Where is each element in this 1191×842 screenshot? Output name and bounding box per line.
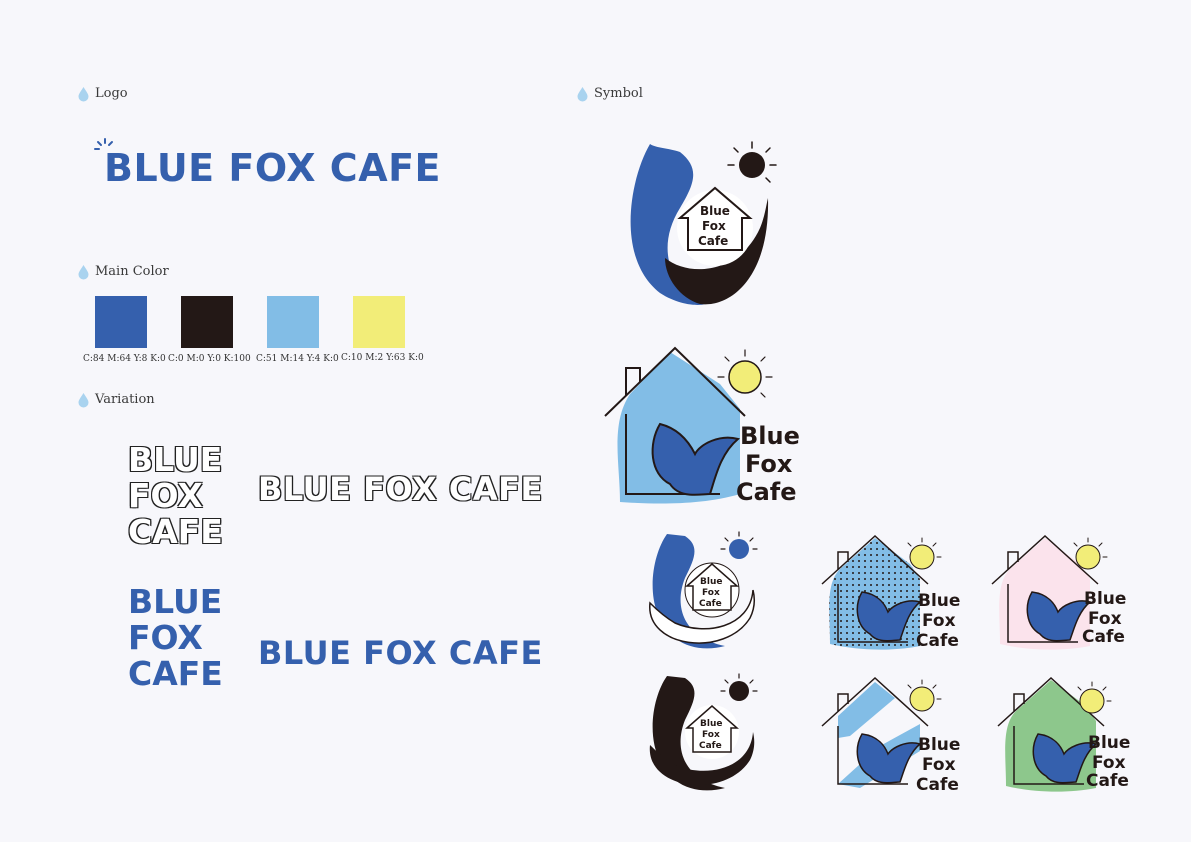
color-swatch-blue: [95, 296, 147, 348]
symbol-circle-mark-black: Blue Fox Cafe: [649, 673, 758, 791]
symbol-house-text-3: Cafe: [736, 478, 797, 506]
svg-text:Fox: Fox: [922, 611, 956, 631]
section-title-symbol: Symbol: [594, 86, 643, 101]
symbol-house-pink: Blue Fox Cafe: [991, 534, 1126, 650]
svg-text:Fox: Fox: [1092, 753, 1126, 773]
color-swatch-yellow: [353, 296, 405, 348]
svg-text:Blue: Blue: [700, 719, 722, 729]
svg-text:Cafe: Cafe: [916, 775, 959, 795]
color-code-blue: C:84 M:64 Y:8 K:0: [83, 354, 166, 364]
svg-text:Blue: Blue: [918, 735, 960, 755]
section-title-logo: Logo: [95, 86, 128, 101]
stacked-word-3: CAFE: [128, 654, 223, 693]
color-code-yellow: C:10 M:2 Y:63 K:0: [341, 353, 424, 363]
stacked-word-1: BLUE: [128, 582, 223, 621]
section-label-logo: Logo: [78, 86, 128, 101]
symbol-house-stripes: Blue Fox Cafe: [821, 676, 960, 795]
svg-text:Fox: Fox: [922, 755, 956, 775]
variation-horizontal-outline: BLUE FOX CAFE: [258, 470, 543, 508]
section-title-variation: Variation: [95, 392, 155, 407]
variation-stacked-outline: BLUE FOX CAFE: [128, 442, 223, 550]
main-logo: BLUE FOX CAFE: [104, 146, 442, 190]
svg-text:Blue: Blue: [700, 204, 730, 218]
color-code-light-blue: C:51 M:14 Y:4 K:0: [256, 354, 339, 364]
symbol-house-green: Blue Fox Cafe: [997, 676, 1130, 792]
color-swatch-light-blue: [267, 296, 319, 348]
svg-text:Fox: Fox: [702, 588, 720, 598]
svg-text:Cafe: Cafe: [699, 599, 722, 609]
symbol-house-text-2: Fox: [745, 450, 793, 478]
color-code-black: C:0 M:0 Y:0 K:100: [168, 354, 251, 364]
svg-text:Fox: Fox: [1088, 609, 1122, 629]
svg-text:Blue: Blue: [1088, 733, 1130, 753]
variation-horizontal-solid: BLUE FOX CAFE: [258, 634, 543, 672]
symbol-circle-mark: Blue Fox Cafe: [630, 141, 777, 305]
symbol-house-mark: Blue Fox Cafe: [604, 346, 800, 506]
water-drop-icon: [577, 86, 588, 101]
stacked-word-1: BLUE: [128, 440, 223, 479]
stacked-word-2: FOX: [128, 476, 203, 515]
stacked-word-2: FOX: [128, 618, 203, 657]
color-swatch-black: [181, 296, 233, 348]
section-label-main-color: Main Color: [78, 264, 169, 279]
water-drop-icon: [78, 392, 89, 407]
water-drop-icon: [78, 264, 89, 279]
section-title-main-color: Main Color: [95, 264, 169, 279]
svg-text:Cafe: Cafe: [1086, 771, 1129, 791]
symbol-house-text-1: Blue: [740, 422, 800, 450]
variation-stacked-solid: BLUE FOX CAFE: [128, 584, 223, 692]
svg-text:Blue: Blue: [918, 591, 960, 611]
water-drop-icon: [78, 86, 89, 101]
section-label-symbol: Symbol: [577, 86, 643, 101]
stacked-word-3: CAFE: [128, 512, 223, 551]
symbol-circle-mark-white: Blue Fox Cafe: [649, 531, 758, 649]
svg-text:Cafe: Cafe: [916, 631, 959, 651]
section-label-variation: Variation: [78, 392, 155, 407]
symbol-house-dotted: Blue Fox Cafe: [821, 534, 960, 651]
svg-text:Fox: Fox: [702, 730, 720, 740]
svg-text:Blue: Blue: [700, 577, 722, 587]
svg-text:Cafe: Cafe: [1082, 627, 1125, 647]
svg-text:Blue: Blue: [1084, 589, 1126, 609]
svg-text:Cafe: Cafe: [699, 741, 722, 751]
svg-text:Fox: Fox: [702, 219, 726, 233]
svg-text:Cafe: Cafe: [698, 234, 728, 248]
